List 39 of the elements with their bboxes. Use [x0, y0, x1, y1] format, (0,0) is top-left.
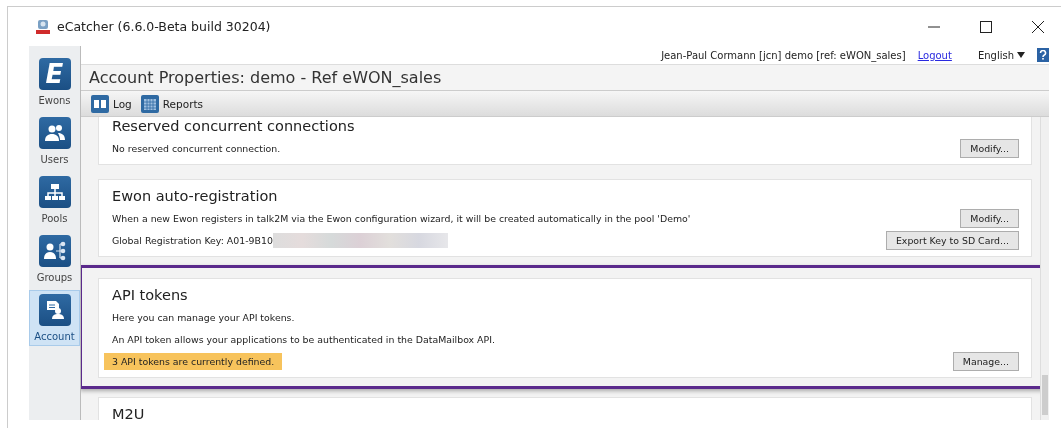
close-icon[interactable] [1032, 20, 1044, 33]
sidebar-item[interactable]: E Ewons [29, 54, 80, 110]
description-text: Here you can manage your API tokens. [112, 311, 295, 323]
dropdown-arrow-icon [1017, 52, 1025, 58]
sidebar-item[interactable]: Account [29, 290, 80, 346]
toolbar-button[interactable]: Reports [140, 94, 204, 113]
action-button[interactable]: Modify... [960, 208, 1019, 228]
description-text: No reserved concurrent connection. [112, 142, 281, 154]
action-button[interactable]: Export Key to SD Card... [885, 230, 1019, 250]
action-button[interactable]: Manage... [952, 351, 1019, 371]
help-icon[interactable] [1037, 48, 1049, 62]
maximize-icon[interactable] [980, 20, 992, 33]
window-title: eCatcher (6.6.0-Beta build 30204) [57, 19, 272, 34]
registration-key: Global Registration Key: A01-9B10 [112, 234, 273, 246]
logo-letter: E [45, 59, 64, 89]
notice-text: 3 API tokens are currently defined. [104, 352, 283, 370]
section-title: API tokens [112, 287, 189, 303]
sidebar-item[interactable]: Groups [29, 231, 80, 287]
section-title: Ewon auto-registration [112, 188, 279, 204]
users-icon [44, 124, 65, 142]
section-title: Reserved concurrent connections [112, 118, 356, 134]
account-icon [44, 300, 65, 320]
scrollbar[interactable] [1040, 117, 1049, 420]
toolbar-button[interactable]: Log [91, 94, 132, 113]
group-icon [43, 241, 66, 261]
sidebar-item[interactable]: Users [29, 113, 80, 169]
page-title: Account Properties: demo - Ref eWON_sales [89, 68, 442, 87]
language-dropdown[interactable]: English [977, 49, 1025, 61]
calendar-icon [140, 94, 159, 113]
description-text: An API token allows your applications to be authenticated in the DataMailbox API. [112, 333, 495, 345]
action-button[interactable]: Modify... [960, 138, 1019, 158]
user-info: Jean-Paul Cormann [jcn] demo [ref: eWON_sales] [661, 49, 906, 61]
hierarchy-icon [44, 183, 65, 201]
logout-link[interactable]: Logout [917, 49, 952, 61]
sidebar-item[interactable]: Pools [29, 172, 80, 228]
book-icon [91, 94, 109, 113]
section-title: M2U [112, 406, 146, 420]
description-text: When a new Ewon registers in talk2M via the Ewon configuration wizard, it will be created automatically in the pool 'Demo' [112, 212, 691, 224]
app-icon [35, 18, 51, 35]
